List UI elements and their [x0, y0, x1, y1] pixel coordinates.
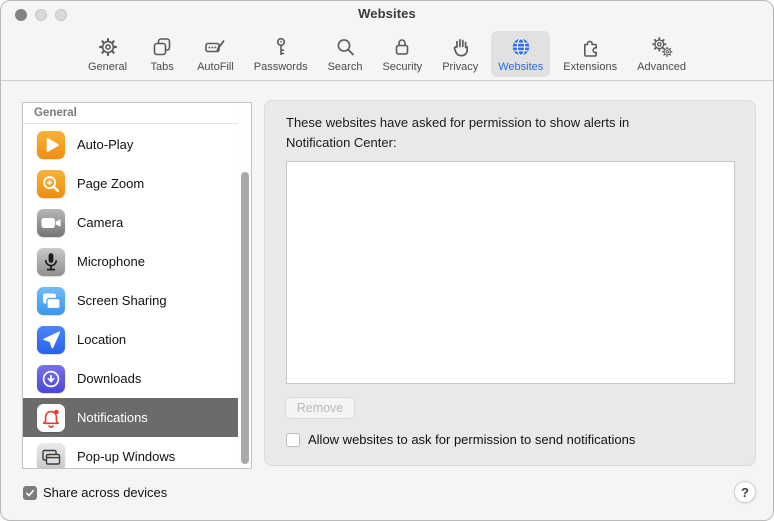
notifications-icon — [37, 403, 65, 432]
toolbar-tab-label: AutoFill — [197, 61, 234, 73]
share-across-devices-label: Share across devices — [43, 485, 168, 500]
gear-icon — [95, 34, 120, 59]
sidebar-item-popup-windows[interactable]: Pop-up Windows — [23, 437, 238, 468]
allow-notifications-row: Allow websites to ask for permission to … — [286, 432, 635, 447]
gears-icon — [649, 34, 674, 59]
sidebar-item-camera[interactable]: Camera — [23, 203, 238, 242]
sidebar-item-label: Downloads — [77, 371, 142, 386]
sidebar-scrollbar[interactable] — [238, 103, 251, 468]
safari-preferences-window: Websites General Tabs AutoFill Passwords Sea… — [0, 0, 774, 521]
toolbar-tab-label: General — [87, 61, 128, 73]
toolbar-tab-label: Extensions — [563, 61, 618, 73]
sidebar-item-downloads[interactable]: Downloads — [23, 359, 238, 398]
toolbar-tab-search[interactable]: Search — [321, 31, 370, 77]
sidebar-section-header: General — [23, 103, 251, 124]
sidebar-list: Auto-Play Page Zoom Camera Microphone Screen… — [23, 125, 251, 468]
sidebar-item-label: Microphone — [77, 254, 145, 269]
toolbar-tab-privacy[interactable]: Privacy — [435, 31, 485, 77]
auto-play-icon — [37, 130, 65, 159]
location-icon — [37, 325, 65, 354]
toolbar-tab-label: Security — [382, 61, 423, 73]
autofill-icon — [203, 34, 228, 59]
sidebar-item-label: Camera — [77, 215, 124, 230]
sidebar-item-label: Page Zoom — [77, 176, 145, 191]
puzzle-icon — [578, 34, 603, 59]
toolbar-tab-websites[interactable]: Websites — [491, 31, 551, 77]
panel-description: These websites have asked for permission… — [286, 115, 630, 150]
sidebar-item-location[interactable]: Location — [23, 320, 238, 359]
sidebar-item-microphone[interactable]: Microphone — [23, 242, 238, 281]
allow-notifications-checkbox[interactable] — [286, 432, 300, 447]
sidebar-item-label: Auto-Play — [77, 137, 134, 152]
toolbar-tab-advanced[interactable]: Advanced — [630, 31, 693, 77]
scrollbar-thumb[interactable] — [240, 172, 249, 464]
sidebar-item-label: Location — [77, 332, 127, 347]
key-icon — [268, 34, 293, 59]
globe-icon — [508, 34, 533, 59]
toolbar-tab-security[interactable]: Security — [375, 31, 429, 77]
toolbar-tab-label: Tabs — [150, 61, 174, 73]
remove-button[interactable]: Remove — [285, 397, 355, 419]
toolbar-tab-label: Advanced — [637, 61, 687, 73]
share-across-devices-row: Share across devices — [23, 485, 167, 500]
website-permissions-list[interactable] — [286, 161, 735, 384]
toolbar-tab-label: Passwords — [253, 61, 308, 73]
camera-icon — [37, 208, 65, 237]
title-bar: Websites — [1, 1, 773, 29]
screen-sharing-icon — [37, 286, 65, 315]
hand-icon — [448, 34, 473, 59]
sidebar-item-screen-sharing[interactable]: Screen Sharing — [23, 281, 238, 320]
toolbar-tab-autofill[interactable]: AutoFill — [190, 31, 241, 77]
toolbar-tab-label: Websites — [498, 61, 544, 73]
toolbar: General Tabs AutoFill Passwords Search Securi… — [1, 29, 773, 81]
window-title: Websites — [358, 6, 416, 21]
help-button[interactable]: ? — [734, 481, 756, 503]
toolbar-tab-general[interactable]: General — [81, 31, 134, 77]
tabs-icon — [150, 34, 175, 59]
toolbar-tab-label: Search — [327, 61, 363, 73]
sidebar-item-label: Notifications — [77, 410, 148, 425]
sidebar-item-page-zoom[interactable]: Page Zoom — [23, 164, 238, 203]
popup-windows-icon — [37, 442, 65, 468]
sidebar-item-label: Screen Sharing — [77, 293, 167, 308]
sidebar-item-notifications[interactable]: Notifications — [23, 398, 238, 437]
search-icon — [333, 34, 358, 59]
downloads-icon — [37, 364, 65, 393]
page-zoom-icon — [37, 169, 65, 198]
allow-notifications-label: Allow websites to ask for permission to … — [308, 432, 636, 447]
sidebar-item-label: Pop-up Windows — [77, 449, 176, 464]
sidebar: General Auto-Play Page Zoom Camera Micropho… — [22, 102, 252, 469]
share-across-devices-checkbox[interactable] — [23, 485, 37, 500]
toolbar-tab-tabs[interactable]: Tabs — [140, 31, 184, 77]
toolbar-tab-label: Privacy — [442, 61, 479, 73]
notifications-panel: These websites have asked for permission… — [264, 100, 756, 466]
sidebar-item-auto-play[interactable]: Auto-Play — [23, 125, 238, 164]
toolbar-tab-passwords[interactable]: Passwords — [247, 31, 315, 77]
toolbar-tab-extensions[interactable]: Extensions — [556, 31, 624, 77]
lock-icon — [390, 34, 415, 59]
microphone-icon — [37, 247, 65, 276]
